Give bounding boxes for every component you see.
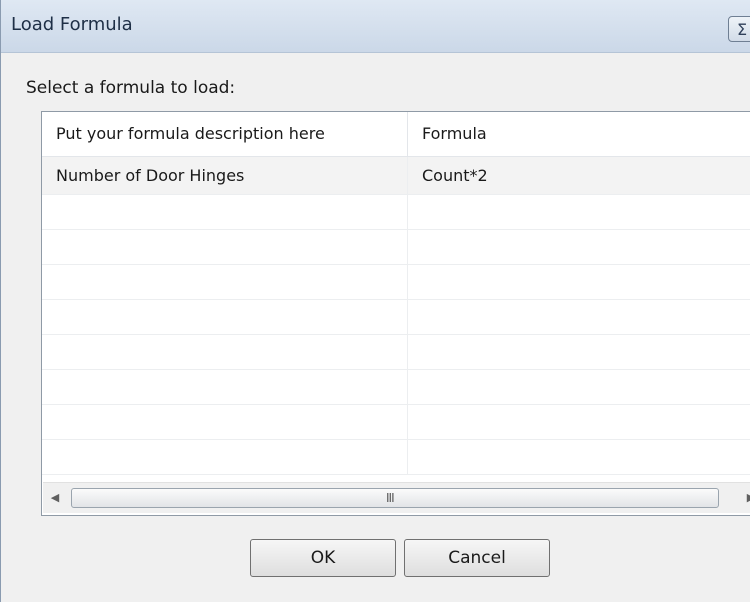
scroll-left-icon[interactable]: ◀ bbox=[45, 487, 65, 509]
horizontal-scrollbar[interactable]: ◀ III ▶ bbox=[43, 482, 750, 513]
formula-list[interactable]: Put your formula description here Formul… bbox=[41, 111, 750, 516]
title-bar: Load Formula Σ bbox=[1, 0, 750, 53]
empty-row bbox=[42, 335, 750, 370]
list-header: Put your formula description here Formul… bbox=[42, 112, 750, 157]
grip-icon: III bbox=[386, 491, 395, 505]
column-header-formula[interactable]: Formula bbox=[408, 112, 750, 156]
row-description: Number of Door Hinges bbox=[42, 157, 408, 194]
empty-row bbox=[42, 265, 750, 300]
empty-row bbox=[42, 230, 750, 265]
list-rows: Number of Door Hinges Count*2 bbox=[42, 157, 750, 475]
prompt-label: Select a formula to load: bbox=[26, 78, 236, 98]
empty-row bbox=[42, 405, 750, 440]
scroll-right-icon[interactable]: ▶ bbox=[741, 487, 750, 509]
empty-row bbox=[42, 440, 750, 475]
dialog-title: Load Formula bbox=[11, 14, 133, 35]
scroll-thumb[interactable]: III bbox=[71, 488, 719, 508]
column-header-description[interactable]: Put your formula description here bbox=[42, 112, 408, 156]
cancel-button[interactable]: Cancel bbox=[404, 539, 550, 577]
load-formula-dialog: Load Formula Σ Select a formula to load:… bbox=[0, 0, 750, 602]
empty-row bbox=[42, 370, 750, 405]
close-button[interactable]: Σ bbox=[728, 16, 750, 42]
empty-row bbox=[42, 300, 750, 335]
ok-button[interactable]: OK bbox=[250, 539, 396, 577]
list-row[interactable]: Number of Door Hinges Count*2 bbox=[42, 157, 750, 195]
empty-row bbox=[42, 195, 750, 230]
row-formula: Count*2 bbox=[422, 166, 488, 185]
